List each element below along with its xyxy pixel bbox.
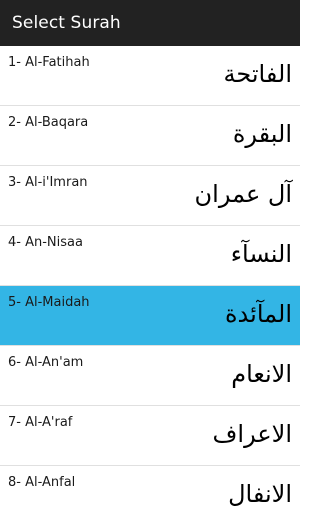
surah-english-name: 8- Al-Anfal (8, 475, 76, 490)
surah-list-item-4[interactable]: 4- An-Nisaa النسآء (0, 226, 300, 286)
page-title: Select Surah (12, 13, 121, 33)
surah-arabic-name: الانعام (231, 360, 292, 388)
surah-list-item-2[interactable]: 2- Al-Baqara البقرة (0, 106, 300, 166)
surah-arabic-name: الفاتحة (223, 60, 292, 88)
surah-arabic-name: آل عمران (194, 180, 292, 208)
surah-arabic-name: المآئدة (224, 300, 292, 328)
surah-english-name: 2- Al-Baqara (8, 115, 89, 130)
surah-english-name: 3- Al-i'Imran (8, 175, 88, 190)
surah-list-item-6[interactable]: 6- Al-An'am الانعام (0, 346, 300, 406)
surah-list-item-8[interactable]: 8- Al-Anfal الانفال (0, 466, 300, 510)
surah-list[interactable]: 1- Al-Fatihah الفاتحة 2- Al-Baqara البقر… (0, 46, 300, 510)
surah-english-name: 4- An-Nisaa (8, 235, 83, 250)
surah-arabic-name: البقرة (232, 120, 292, 148)
surah-arabic-name: الاعراف (212, 420, 292, 448)
surah-english-name: 7- Al-A'raf (8, 415, 73, 430)
app-bar: Select Surah (0, 0, 300, 46)
surah-english-name: 1- Al-Fatihah (8, 55, 90, 70)
surah-list-item-7[interactable]: 7- Al-A'raf الاعراف (0, 406, 300, 466)
surah-list-item-5[interactable]: 5- Al-Maidah المآئدة (0, 286, 300, 346)
surah-list-item-1[interactable]: 1- Al-Fatihah الفاتحة (0, 46, 300, 106)
surah-arabic-name: النسآء (230, 240, 292, 268)
surah-list-item-3[interactable]: 3- Al-i'Imran آل عمران (0, 166, 300, 226)
surah-english-name: 5- Al-Maidah (8, 295, 90, 310)
surah-arabic-name: الانفال (228, 480, 292, 508)
surah-english-name: 6- Al-An'am (8, 355, 84, 370)
